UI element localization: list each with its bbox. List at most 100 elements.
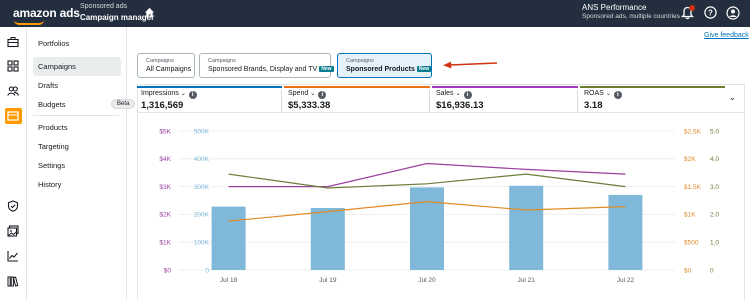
notification-dot (689, 5, 695, 11)
metric-roas[interactable]: ROAS ⌄ i 3.18 (580, 86, 725, 112)
library-icon[interactable] (7, 275, 19, 287)
card-label: All Campaigns (146, 66, 192, 73)
x-tick-label: Jul 19 (319, 277, 337, 284)
users-icon[interactable] (7, 85, 19, 97)
briefcase-icon[interactable] (7, 36, 19, 48)
x-tick-label: Jul 22 (617, 277, 635, 284)
info-icon[interactable]: i (318, 91, 327, 99)
metric-label: ROAS ⌄ i (584, 90, 622, 99)
y-tick-roas: 0 (710, 267, 714, 274)
give-feedback-link[interactable]: Give feedback (704, 32, 749, 39)
y-tick-impressions: 400K (194, 156, 210, 163)
bar-impressions (608, 194, 643, 270)
sidebar-item-settings[interactable]: Settings (38, 161, 65, 170)
y-tick-sales: $4K (159, 156, 171, 163)
line-roas (228, 173, 626, 189)
x-tick-label: Jul 20 (418, 277, 436, 284)
card-sponsored-brands-display-tv[interactable]: Campaigns Sponsored Brands, Display and … (199, 53, 334, 78)
icon-rail (0, 27, 27, 300)
sidebar-item-drafts[interactable]: Drafts (38, 81, 58, 90)
y-tick-sales: $3K (159, 184, 171, 191)
account-name[interactable]: ANS Performance (582, 3, 646, 12)
beta-badge: Beta (111, 99, 136, 109)
y-tick-spend: $1.5K (684, 184, 702, 191)
card-caption: Campaigns (208, 58, 236, 64)
metric-sales-label: Sales (436, 90, 454, 97)
y-tick-impressions: 500K (194, 128, 210, 135)
sidebar-item-portfolios[interactable]: Portfolios (38, 39, 69, 48)
metric-roas-value: 3.18 (584, 100, 603, 111)
home-icon[interactable] (144, 7, 155, 18)
y-tick-sales: $1K (159, 240, 171, 247)
y-tick-sales: $5K (159, 128, 171, 135)
metric-spend-label: Spend (288, 90, 309, 97)
amazon-ads-logo[interactable]: amazon ads (13, 6, 80, 20)
info-icon[interactable]: i (188, 91, 197, 99)
card-sponsored-products[interactable]: Campaigns Sponsored Products New (337, 53, 432, 78)
info-icon[interactable]: i (463, 91, 472, 99)
metric-label: Sales ⌄ i (436, 90, 472, 99)
card-label-text: Sponsored Brands, Display and TV (208, 66, 318, 73)
metric-label: Impressions ⌄ i (141, 90, 197, 99)
card-label-text: Sponsored Products (346, 66, 415, 73)
y-tick-sales: $2K (159, 212, 171, 219)
sidebar-item-products[interactable]: Products (38, 123, 68, 132)
svg-text:?: ? (708, 8, 713, 17)
y-tick-roas: 5.0 (710, 128, 719, 135)
y-tick-roas: 1.0 (710, 240, 719, 247)
collapse-chevron-icon[interactable]: ⌄ (729, 93, 736, 102)
y-tick-spend: $2.5K (684, 128, 702, 135)
sidebar-item-history[interactable]: History (38, 180, 61, 189)
app-subtitle: Sponsored ads (80, 3, 128, 10)
grid-icon[interactable] (7, 60, 19, 72)
metric-divider (281, 90, 282, 112)
top-bar: amazon ads Sponsored ads Campaign manage… (0, 0, 750, 27)
sidebar-item-targeting[interactable]: Targeting (38, 142, 69, 151)
y-tick-sales: $0 (164, 267, 172, 274)
chevron-down-icon[interactable]: ⌄ (606, 91, 611, 97)
chevron-down-icon[interactable]: ⌄ (456, 91, 461, 97)
y-tick-spend: $2K (684, 156, 696, 163)
metric-label: Spend ⌄ i (288, 90, 327, 99)
card-caption: Campaigns (346, 58, 374, 64)
metric-spend[interactable]: Spend ⌄ i $5,333.38 (284, 86, 430, 112)
metric-divider (429, 90, 430, 112)
shield-icon[interactable] (7, 200, 19, 212)
y-tick-roas: 2.0 (710, 212, 719, 219)
images-icon[interactable] (7, 225, 19, 237)
sidebar-item-campaigns[interactable]: Campaigns (38, 62, 76, 71)
metric-sales-value: $16,936.13 (436, 100, 484, 111)
campaigns-icon[interactable] (7, 110, 19, 122)
line-sales (228, 162, 626, 188)
trend-chart-icon[interactable] (7, 250, 19, 262)
card-label: Sponsored Products New (346, 66, 432, 73)
info-icon[interactable]: i (613, 91, 622, 99)
metric-sales[interactable]: Sales ⌄ i $16,936.13 (432, 86, 578, 112)
metric-tiles: Impressions ⌄ i 1,316,569 Spend ⌄ i $5,333.3… (137, 86, 725, 112)
x-tick-label: Jul 21 (518, 277, 536, 284)
y-tick-roas: 4.0 (710, 156, 719, 163)
metric-roas-label: ROAS (584, 90, 604, 97)
metric-divider (577, 90, 578, 112)
annotation-arrow (443, 61, 498, 69)
y-tick-spend: $1K (684, 212, 696, 219)
bar-impressions (509, 185, 544, 270)
sidebar: Portfolios Campaigns Drafts Budgets Beta… (27, 27, 136, 300)
sidebar-item-budgets[interactable]: Budgets Beta (38, 99, 136, 109)
metric-impressions-label: Impressions (141, 90, 179, 97)
metric-impressions[interactable]: Impressions ⌄ i 1,316,569 (137, 86, 282, 112)
user-account-icon[interactable] (726, 6, 740, 20)
help-icon[interactable]: ? (704, 6, 717, 19)
logo-smile-icon (14, 20, 44, 25)
performance-chart: $0 $1K $2K $3K $4K $5K 0 100K 200K 300K 400K 500K $0… (159, 128, 719, 284)
y-tick-spend: $500 (684, 240, 699, 247)
new-badge: New (416, 66, 432, 72)
metric-impressions-value: 1,316,569 (141, 100, 184, 111)
sidebar-item-budgets-label: Budgets (38, 100, 66, 109)
y-tick-impressions: 0 (205, 267, 209, 274)
card-label: Sponsored Brands, Display and TV New (208, 66, 334, 73)
account-subtitle: Sponsored ads, multiple countries (582, 13, 680, 20)
card-all-campaigns[interactable]: Campaigns All Campaigns (137, 53, 195, 78)
chevron-down-icon[interactable]: ⌄ (181, 91, 186, 97)
chevron-down-icon[interactable]: ⌄ (310, 91, 315, 97)
